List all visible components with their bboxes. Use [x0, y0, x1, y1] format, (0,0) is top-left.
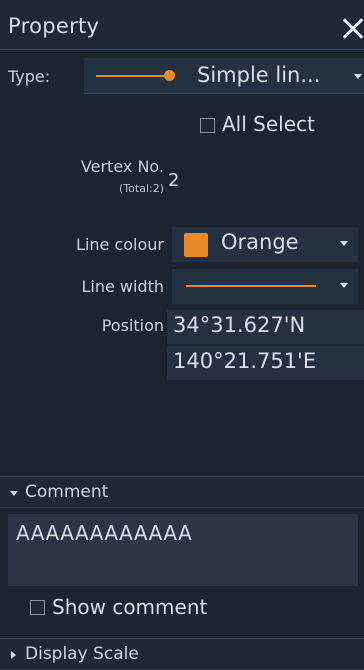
latitude-value: 34°31.627'N — [173, 313, 306, 337]
type-label: Type: — [8, 67, 51, 86]
longitude-value: 140°21.751'E — [173, 349, 317, 373]
close-icon[interactable] — [336, 12, 364, 46]
line-colour-label: Line colour — [76, 235, 164, 254]
chevron-down-icon — [354, 74, 362, 79]
display-scale-section-header[interactable]: Display Scale — [0, 638, 364, 670]
chevron-down-icon — [340, 241, 348, 246]
comment-text: AAAAAAAAAAAA — [16, 521, 193, 545]
line-style-preview — [96, 75, 168, 77]
expand-down-icon — [10, 491, 18, 496]
checkbox-icon[interactable] — [200, 118, 215, 133]
line-colour-value: Orange — [221, 230, 299, 254]
panel-title: Property — [8, 14, 100, 38]
position-label: Position — [101, 316, 164, 335]
show-comment-label: Show comment — [52, 595, 208, 619]
title-bar: Property — [0, 0, 364, 50]
type-dropdown[interactable]: Simple lin... — [84, 58, 364, 94]
checkbox-icon[interactable] — [30, 600, 45, 615]
line-endpoint-dot — [164, 70, 175, 81]
latitude-field[interactable]: 34°31.627'N — [167, 310, 364, 344]
vertex-total-label: (Total:2) — [119, 182, 164, 195]
comment-section-header[interactable]: Comment — [0, 476, 364, 508]
expand-right-icon — [11, 651, 16, 659]
line-width-label: Line width — [81, 277, 164, 296]
line-width-preview — [186, 285, 316, 287]
vertex-no-value: 2 — [168, 170, 180, 191]
all-select-label: All Select — [222, 112, 315, 136]
chevron-down-icon — [340, 283, 348, 288]
line-colour-dropdown[interactable]: Orange — [172, 227, 358, 262]
display-scale-header-label: Display Scale — [25, 644, 139, 664]
longitude-field[interactable]: 140°21.751'E — [167, 346, 364, 380]
property-panel: Property Type: Simple lin... All Select … — [0, 0, 364, 670]
comment-textarea[interactable]: AAAAAAAAAAAA — [8, 514, 358, 586]
comment-header-label: Comment — [25, 482, 109, 502]
type-value: Simple lin... — [197, 63, 321, 87]
line-width-dropdown[interactable] — [172, 269, 358, 304]
vertex-no-label: Vertex No. — [80, 157, 164, 176]
colour-swatch — [184, 233, 208, 257]
